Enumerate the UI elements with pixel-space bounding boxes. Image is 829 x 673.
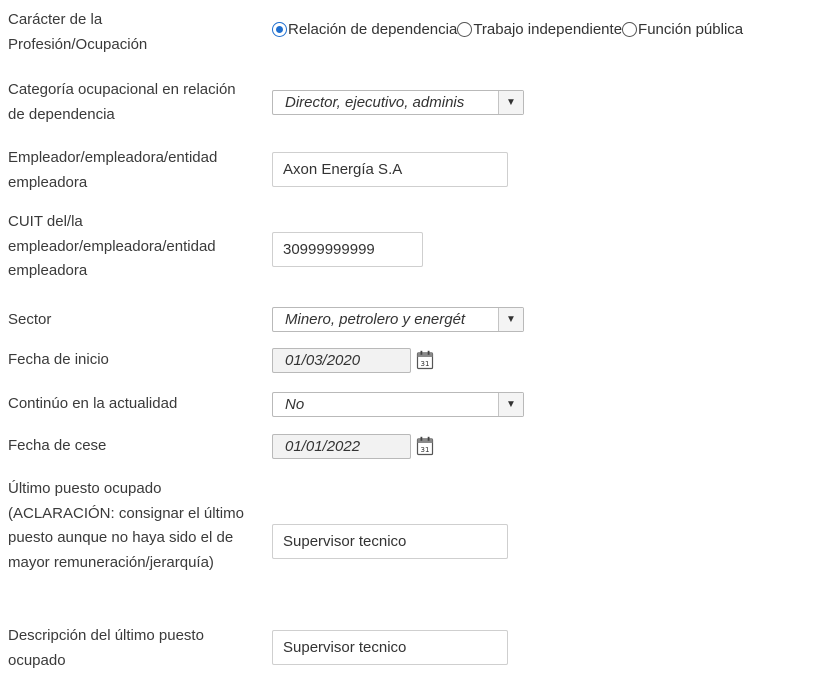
- empleador-input[interactable]: Axon Energía S.A: [272, 152, 508, 187]
- empleador-label: Empleador/empleadora/entidad empleadora: [8, 149, 218, 191]
- svg-text:31: 31: [421, 360, 430, 368]
- descripcion-input[interactable]: Supervisor tecnico: [272, 630, 508, 665]
- continuo-select[interactable]: No ▼: [272, 392, 524, 417]
- fecha-cese-label: Fecha de cese: [8, 437, 107, 454]
- sector-select-value: Minero, petrolero y energét: [285, 311, 466, 328]
- caracter-label: Carácter de la Profesión/Ocupación: [8, 11, 148, 53]
- cuit-label: CUIT del/la empleador/empleadora/entidad…: [8, 213, 216, 279]
- radio-checked-icon[interactable]: [272, 22, 287, 37]
- chevron-down-icon[interactable]: ▼: [498, 393, 523, 416]
- radio-trabajo-independiente[interactable]: Trabajo independiente: [457, 21, 622, 38]
- cuit-input[interactable]: 30999999999: [272, 232, 423, 267]
- descripcion-label: Descripción del último puesto ocupado: [8, 627, 204, 669]
- fecha-cese-input[interactable]: 01/01/2022: [272, 434, 411, 459]
- radio-label: Función pública: [638, 21, 744, 38]
- radio-unchecked-icon[interactable]: [622, 22, 638, 37]
- ultimo-puesto-label: Último puesto ocupado (ACLARACIÓN: consi…: [8, 480, 244, 571]
- chevron-down-icon[interactable]: ▼: [498, 91, 523, 114]
- radio-relacion-dependencia[interactable]: Relación de dependencia: [272, 21, 457, 38]
- calendar-icon[interactable]: 31: [416, 350, 434, 370]
- ultimo-puesto-input[interactable]: Supervisor tecnico: [272, 524, 508, 559]
- calendar-icon[interactable]: 31: [416, 436, 434, 456]
- radio-funcion-publica[interactable]: Función pública: [622, 21, 743, 38]
- fecha-inicio-input[interactable]: 01/03/2020: [272, 348, 411, 373]
- sector-label: Sector: [8, 311, 52, 328]
- caracter-radio-group: Relación de dependencia Trabajo independ…: [272, 21, 743, 38]
- categoria-select-value: Director, ejecutivo, adminis: [285, 94, 465, 111]
- radio-label: Relación de dependencia: [288, 21, 458, 38]
- chevron-down-icon[interactable]: ▼: [498, 308, 523, 331]
- svg-text:31: 31: [421, 446, 430, 454]
- fecha-inicio-label: Fecha de inicio: [8, 351, 109, 368]
- continuo-select-value: No: [285, 396, 305, 413]
- radio-unchecked-icon[interactable]: [457, 22, 473, 37]
- continuo-label: Continúo en la actualidad: [8, 395, 178, 412]
- sector-select[interactable]: Minero, petrolero y energét ▼: [272, 307, 524, 332]
- categoria-label: Categoría ocupacional en relación de dep…: [8, 81, 236, 123]
- radio-label: Trabajo independiente: [473, 21, 623, 38]
- categoria-select[interactable]: Director, ejecutivo, adminis ▼: [272, 90, 524, 115]
